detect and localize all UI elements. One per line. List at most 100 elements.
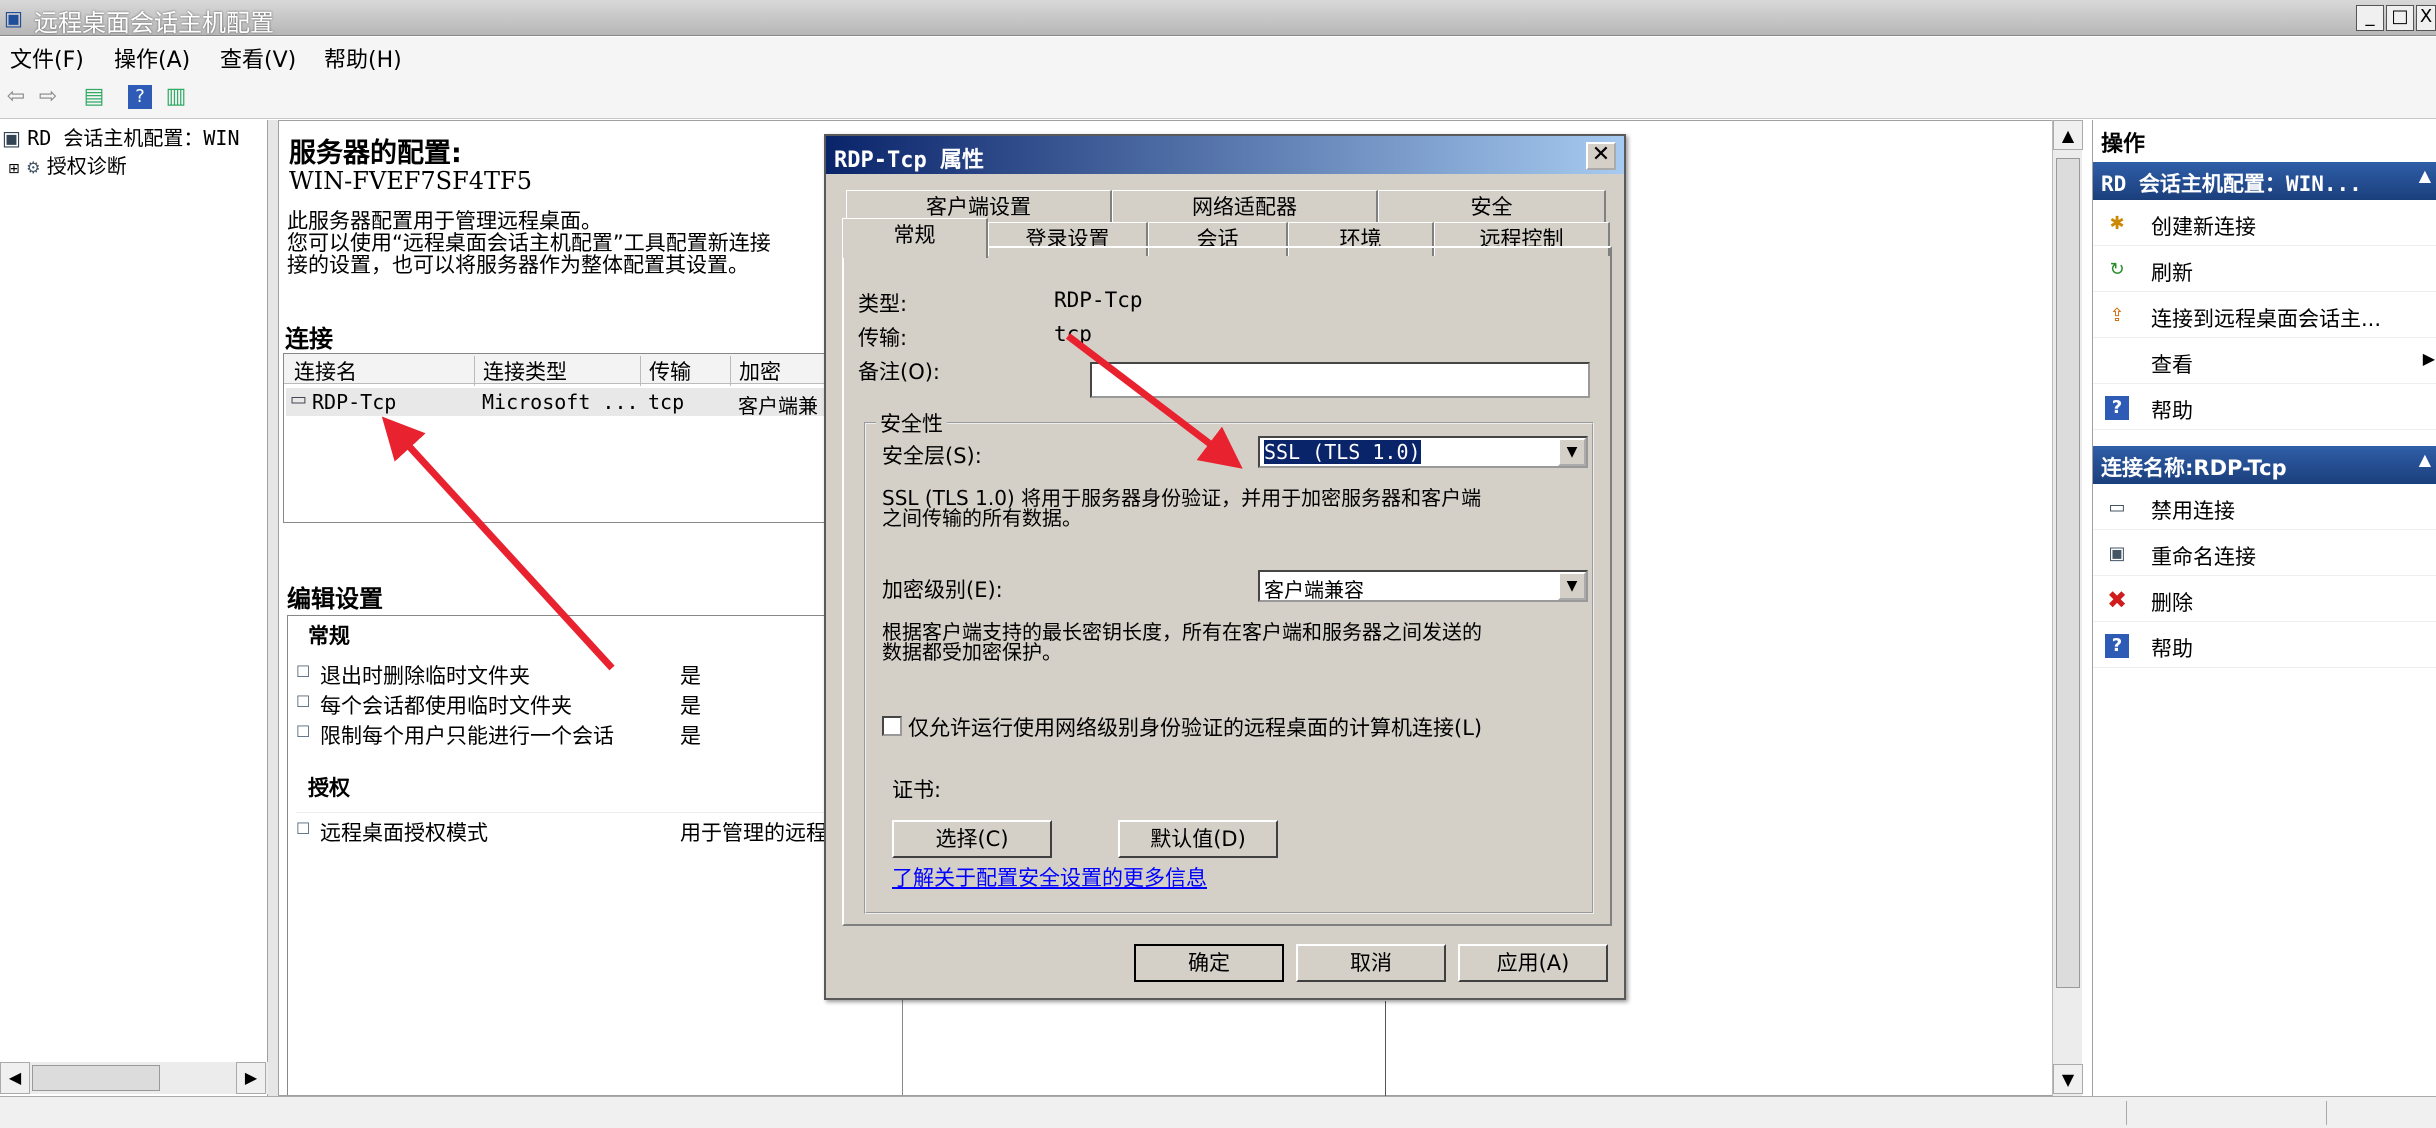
comment-label: 备注(O): [858,360,940,384]
actions-section-connection[interactable]: 连接名称:RDP-Tcp ▲ [2093,446,2436,484]
refresh-icon: ↻ [2109,259,2125,280]
edit-settings-title: 编辑设置 [287,585,383,613]
minimize-button[interactable]: _ [2356,5,2384,31]
connect-icon: ⇪ [2109,305,2125,326]
dialog-title-bar[interactable]: RDP-Tcp 属性 [826,136,1624,174]
edit-settings-list: 常规 ☐ 退出时删除临时文件夹 是 ☐ 每个会话都使用临时文件夹 是 ☐ 限制每… [287,615,903,1095]
menu-view[interactable]: 查看(V) [220,42,296,74]
dialog-close-button[interactable]: ✕ [1586,142,1616,170]
connection-icon: ▭ [290,389,308,410]
dialog-title: RDP-Tcp 属性 [834,148,984,173]
setting-icon: ☐ [296,662,311,681]
security-help-link[interactable]: 了解关于配置安全设置的更多信息 [892,862,1207,892]
help-icon: ? [2105,634,2129,658]
expand-icon[interactable]: ⊞ [8,161,20,177]
action-connect-to-host[interactable]: ⇪ 连接到远程桌面会话主... [2093,294,2436,338]
list-item[interactable]: ☐ 每个会话都使用临时文件夹 是 [296,690,896,720]
menu-help[interactable]: 帮助(H) [324,42,402,74]
pane-splitter[interactable] [268,120,278,1096]
tree-item-license-diagnosis[interactable]: ⊞ ⚙ 授权诊断 [8,150,127,179]
security-group: 安全性 安全层(S): SSL (TLS 1.0) ▼ SSL (TLS 1.0… [864,408,1594,914]
default-certificate-button[interactable]: 默认值(D) [1118,820,1278,858]
main-scroll-thumb[interactable] [2056,158,2080,988]
action-rename-connection[interactable]: ▣ 重命名连接 [2093,532,2436,576]
licensing-section: 授权 [308,776,350,800]
delete-icon: ✖ [2106,586,2128,614]
scroll-up-icon[interactable]: ▲ [2053,120,2083,150]
scroll-right-icon[interactable]: ▶ [236,1062,266,1094]
action-help[interactable]: ? 帮助 [2093,386,2436,430]
tab-network-adapter[interactable]: 网络适配器 [1112,190,1378,224]
ok-button[interactable]: 确定 [1134,944,1284,982]
chevron-down-icon[interactable]: ▼ [1558,572,1586,600]
tree-horizontal-scrollbar[interactable]: ◀ ▶ [0,1062,268,1094]
collapse-icon[interactable]: ▲ [2419,450,2431,469]
diagnosis-icon: ⚙ [26,158,41,177]
nla-checkbox[interactable] [882,716,902,736]
tree-root[interactable]: ▣ RD 会话主机配置：WIN [2,122,240,151]
disable-connection-icon: ▭ [2108,497,2126,518]
security-layer-select[interactable]: SSL (TLS 1.0) ▼ [1258,436,1588,468]
list-item[interactable]: ☐ 退出时删除临时文件夹 是 [296,660,896,690]
actions-section-server[interactable]: RD 会话主机配置：WIN... ▲ [2093,162,2436,200]
tab-general[interactable]: 常规 [842,218,988,258]
general-section: 常规 [308,624,350,648]
certificate-label: 证书: [892,778,942,802]
cancel-button[interactable]: 取消 [1296,944,1446,982]
column-header-type[interactable]: 连接类型 [474,356,567,386]
column-header-encryption[interactable]: 加密 [730,356,781,386]
nla-checkbox-label[interactable]: 仅允许运行使用网络级别身份验证的远程桌面的计算机连接(L) [908,712,1482,742]
action-new-connection[interactable]: ✱ 创建新连接 [2093,202,2436,246]
scroll-left-icon[interactable]: ◀ [0,1062,30,1094]
maximize-button[interactable]: □ [2386,5,2414,31]
back-icon[interactable]: ⇦ [2,83,30,111]
security-layer-label: 安全层(S): [882,444,982,468]
setting-icon: ☐ [296,692,311,711]
divider [1385,1001,1386,1097]
column-header-transport[interactable]: 传输 [640,356,691,386]
encryption-level-select[interactable]: 客户端兼容 ▼ [1258,570,1588,602]
select-certificate-button[interactable]: 选择(C) [892,820,1052,858]
navigation-tree: ▣ RD 会话主机配置：WIN ⊞ ⚙ 授权诊断 [0,120,268,1096]
server-name: WIN-FVEF7SF4TF5 [289,167,532,195]
actions-pane: 操作 RD 会话主机配置：WIN... ▲ ✱ 创建新连接 ↻ 刷新 ⇪ 连接到… [2092,120,2436,1096]
title-bar: ▣ 远程桌面会话主机配置 _ □ X [0,0,2436,37]
apply-button[interactable]: 应用(A) [1458,944,1608,982]
setting-icon: ☐ [296,819,311,838]
forward-icon[interactable]: ⇨ [34,83,62,111]
help-icon[interactable]: ? [128,85,152,109]
chevron-down-icon[interactable]: ▼ [1558,438,1586,466]
status-bar [0,1096,2436,1128]
encryption-description-2: 数据都受加密保护。 [882,640,1062,664]
close-button[interactable]: X [2416,5,2436,31]
action-delete[interactable]: ✖ 删除 [2093,578,2436,622]
tree-scroll-thumb[interactable] [32,1065,160,1091]
action-view[interactable]: 查看 ▶ [2093,340,2436,384]
description-line-3: 接的设置，也可以将服务器作为整体配置其设置。 [287,253,749,277]
transport-value: tcp [1054,322,1092,346]
menu-action[interactable]: 操作(A) [114,42,190,74]
rename-icon: ▣ [2108,543,2126,564]
comment-input[interactable] [1090,362,1590,398]
action-disable-connection[interactable]: ▭ 禁用连接 [2093,486,2436,530]
action-refresh[interactable]: ↻ 刷新 [2093,248,2436,292]
show-tree-icon[interactable]: ▤ [80,83,108,111]
actions-title: 操作 [2101,132,2146,157]
list-item[interactable]: ☐ 限制每个用户只能进行一个会话 是 [296,720,896,750]
action-help-connection[interactable]: ? 帮助 [2093,624,2436,668]
tab-security[interactable]: 安全 [1378,190,1606,224]
security-group-label: 安全性 [876,408,947,438]
list-item[interactable]: ☐ 远程桌面授权模式 用于管理的远程 [296,812,896,845]
connections-table: 连接名 连接类型 传输 加密 ▭ RDP-Tcp Microsoft ... t… [283,353,903,523]
menu-file[interactable]: 文件(F) [10,42,84,74]
collapse-icon[interactable]: ▲ [2419,166,2431,185]
menu-bar: 文件(F) 操作(A) 查看(V) 帮助(H) [0,37,2436,77]
scroll-down-icon[interactable]: ▼ [2053,1064,2083,1094]
main-vertical-scrollbar[interactable]: ▲ ▼ [2052,120,2083,1096]
show-action-pane-icon[interactable]: ▥ [162,83,190,111]
column-header-name[interactable]: 连接名 [294,356,357,386]
encryption-level-label: 加密级别(E): [882,578,1003,602]
submenu-arrow-icon: ▶ [2422,349,2435,368]
help-icon: ? [2105,396,2129,420]
table-row[interactable]: ▭ RDP-Tcp Microsoft ... tcp 客户端兼 [286,388,900,418]
